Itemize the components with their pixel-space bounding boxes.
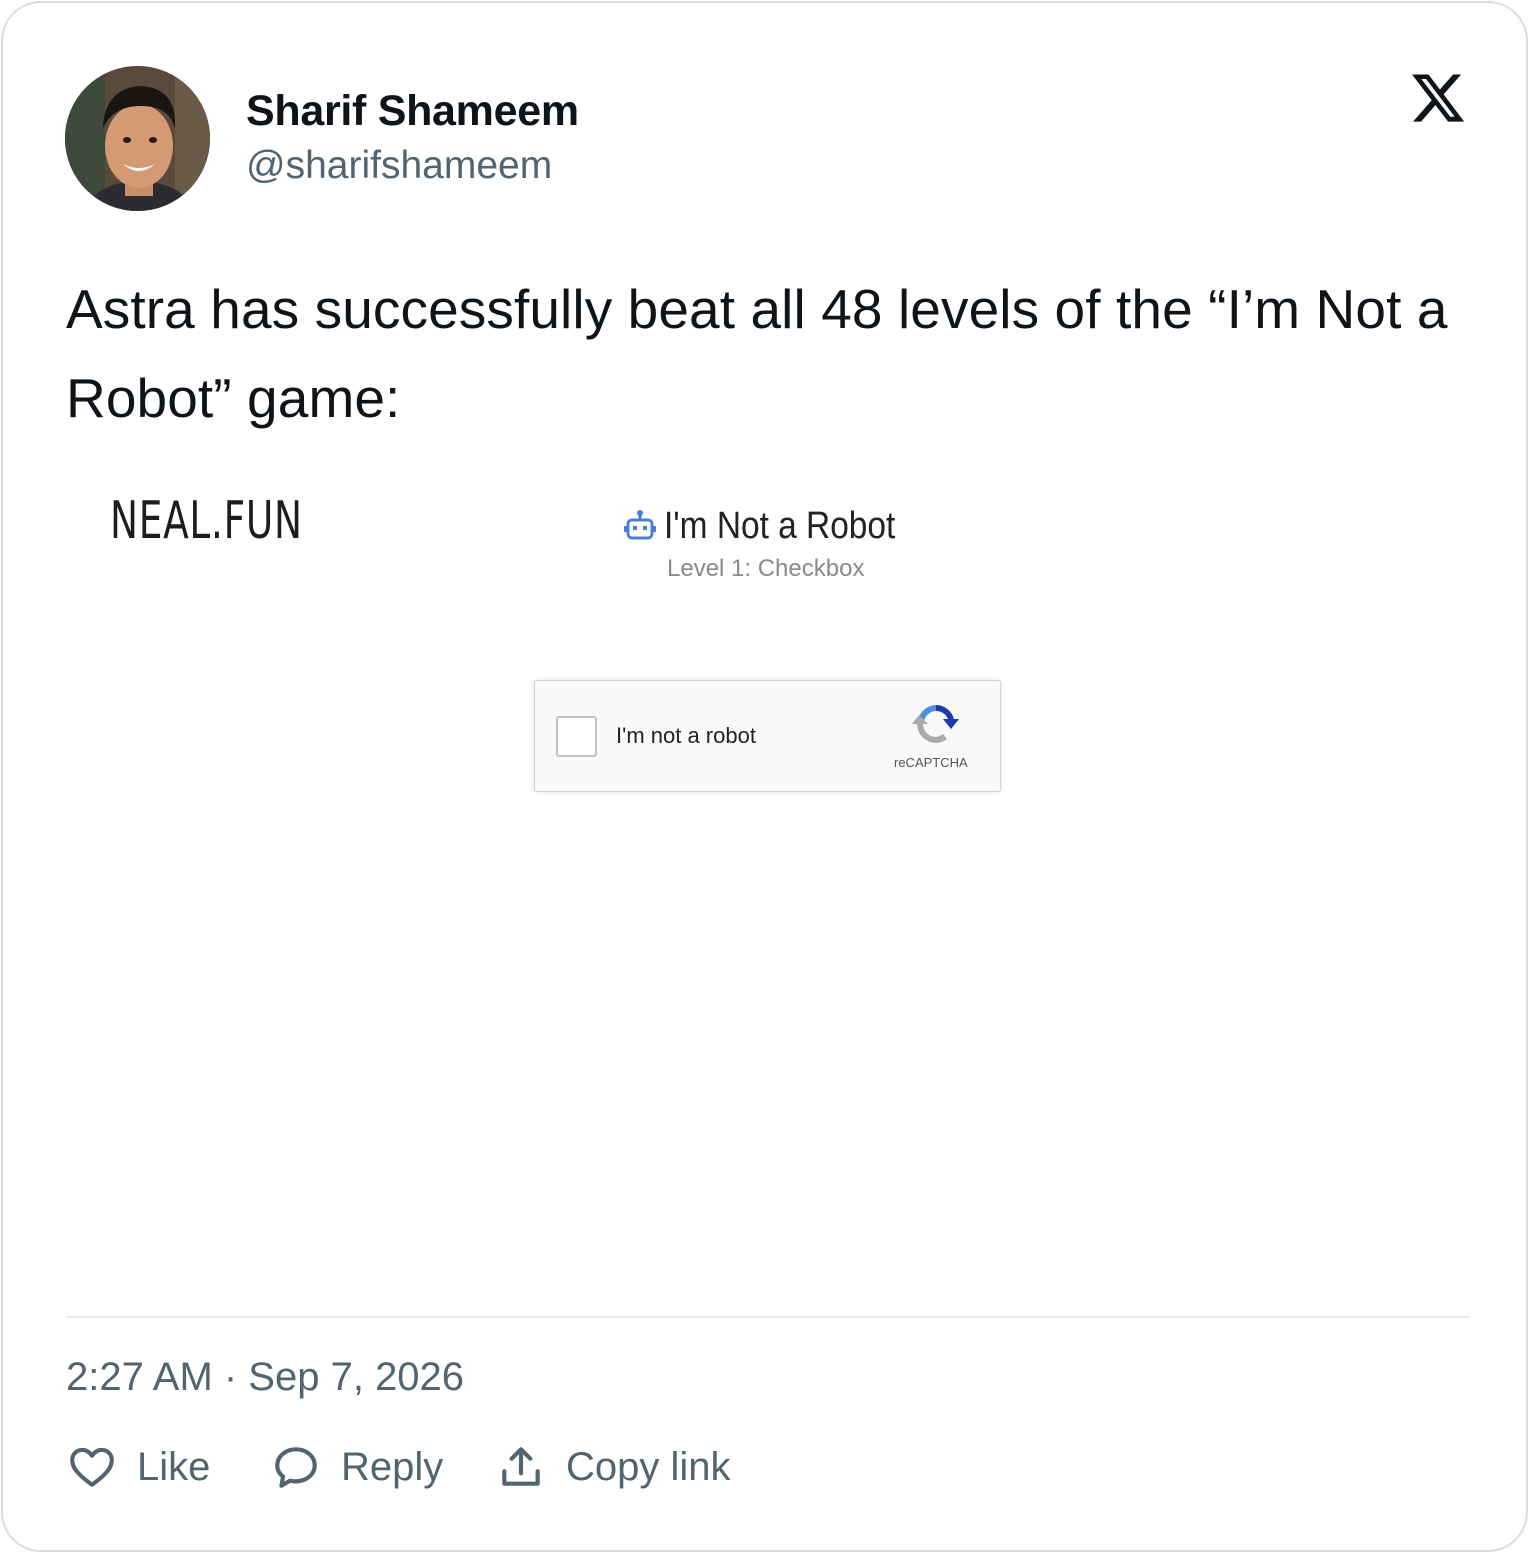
copy-link-button[interactable]: Copy link: [496, 1441, 731, 1493]
recaptcha-brand: reCAPTCHA: [894, 755, 968, 770]
level-label: Level 1: Checkbox: [667, 555, 865, 582]
robot-icon: [624, 510, 656, 540]
author-name[interactable]: Sharif Shameem: [246, 87, 579, 136]
recaptcha-widget: I'm not a robot reCAPTCHA: [534, 680, 1001, 792]
game-title: I'm Not a Robot: [622, 503, 927, 549]
author-avatar[interactable]: [65, 66, 210, 211]
like-label: Like: [137, 1444, 211, 1489]
game-title-text: I'm Not a Robot: [664, 504, 896, 547]
x-logo-icon[interactable]: [1408, 69, 1468, 127]
copy-link-label: Copy link: [566, 1444, 731, 1489]
divider: [66, 1316, 1470, 1318]
captcha-checkbox[interactable]: [556, 716, 597, 757]
reply-label: Reply: [341, 1444, 444, 1489]
timestamp[interactable]: 2:27 AM · Sep 7, 2026: [66, 1355, 464, 1400]
share-upload-icon: [502, 1447, 540, 1486]
speech-bubble-icon: [275, 1447, 317, 1488]
neal-fun-logo: NEAL.FUN: [110, 491, 303, 551]
tweet-card: Sharif Shameem @sharifshameem Astra has …: [1, 1, 1528, 1552]
avatar-image: [65, 66, 210, 211]
author-handle[interactable]: @sharifshameem: [246, 144, 552, 188]
tweet-media[interactable]: NEAL.FUN I'm Not a Robot Level 1: Checkb…: [66, 473, 1470, 1293]
like-button[interactable]: Like: [67, 1441, 210, 1493]
recaptcha-icon: [912, 705, 959, 743]
heart-icon: [70, 1447, 114, 1487]
captcha-label: I'm not a robot: [616, 723, 756, 748]
tweet-text: Astra has successfully beat all 48 level…: [66, 278, 1448, 429]
reply-button[interactable]: Reply: [271, 1441, 443, 1493]
